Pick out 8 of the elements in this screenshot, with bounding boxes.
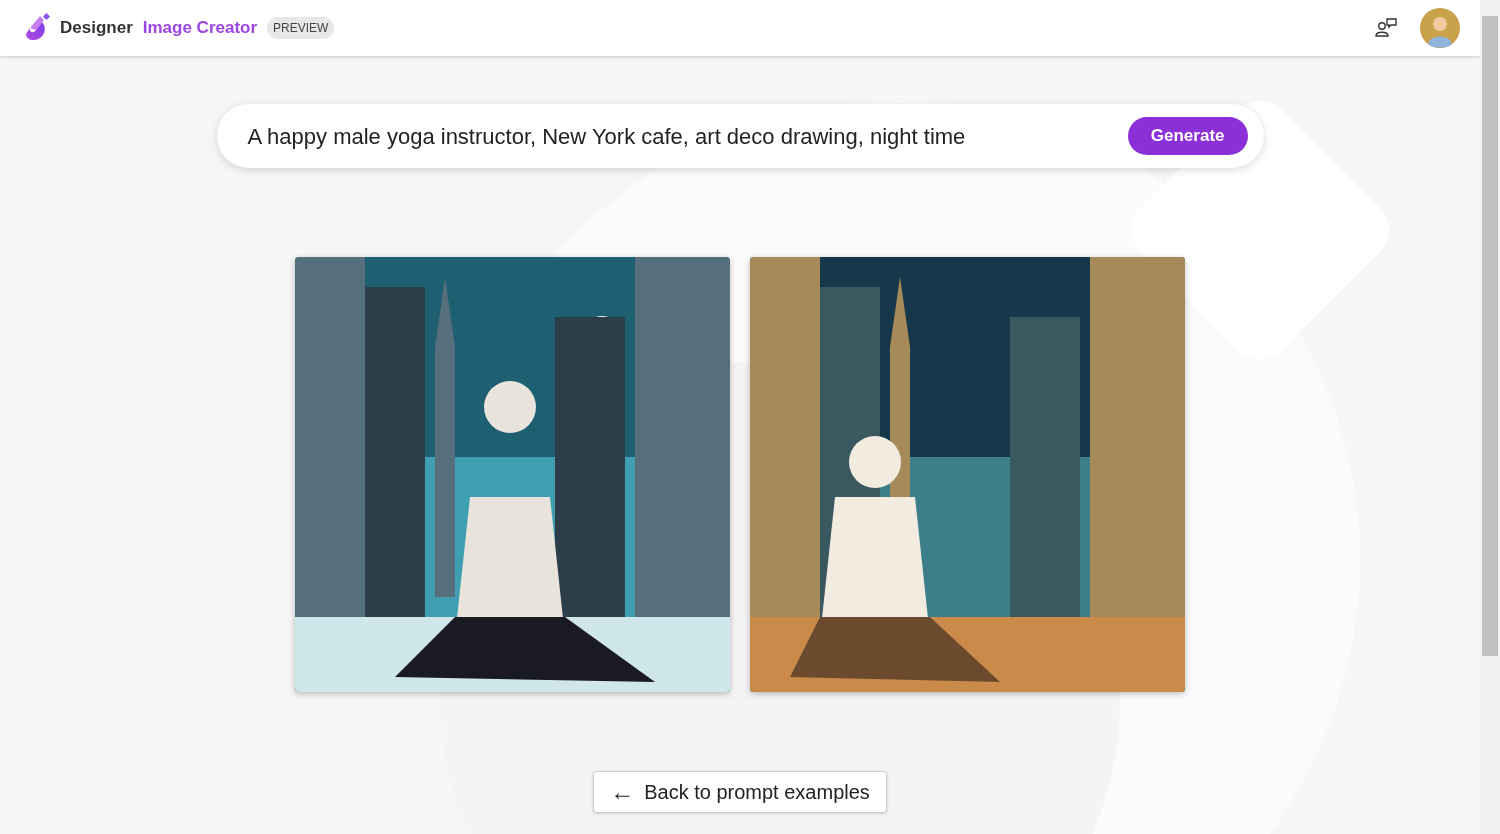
back-button[interactable]: ← Back to prompt examples	[593, 771, 887, 813]
scrollbar[interactable]	[1480, 0, 1500, 834]
preview-badge: PREVIEW	[267, 17, 335, 39]
brand-name: Designer	[60, 17, 133, 40]
feedback-icon[interactable]	[1374, 17, 1398, 39]
generate-button[interactable]: Generate	[1127, 117, 1248, 155]
prompt-field[interactable]: A happy male yoga instructor, New York cafe, art deco drawing, night time Generate	[216, 104, 1264, 168]
product-name: Image Creator	[142, 17, 258, 40]
